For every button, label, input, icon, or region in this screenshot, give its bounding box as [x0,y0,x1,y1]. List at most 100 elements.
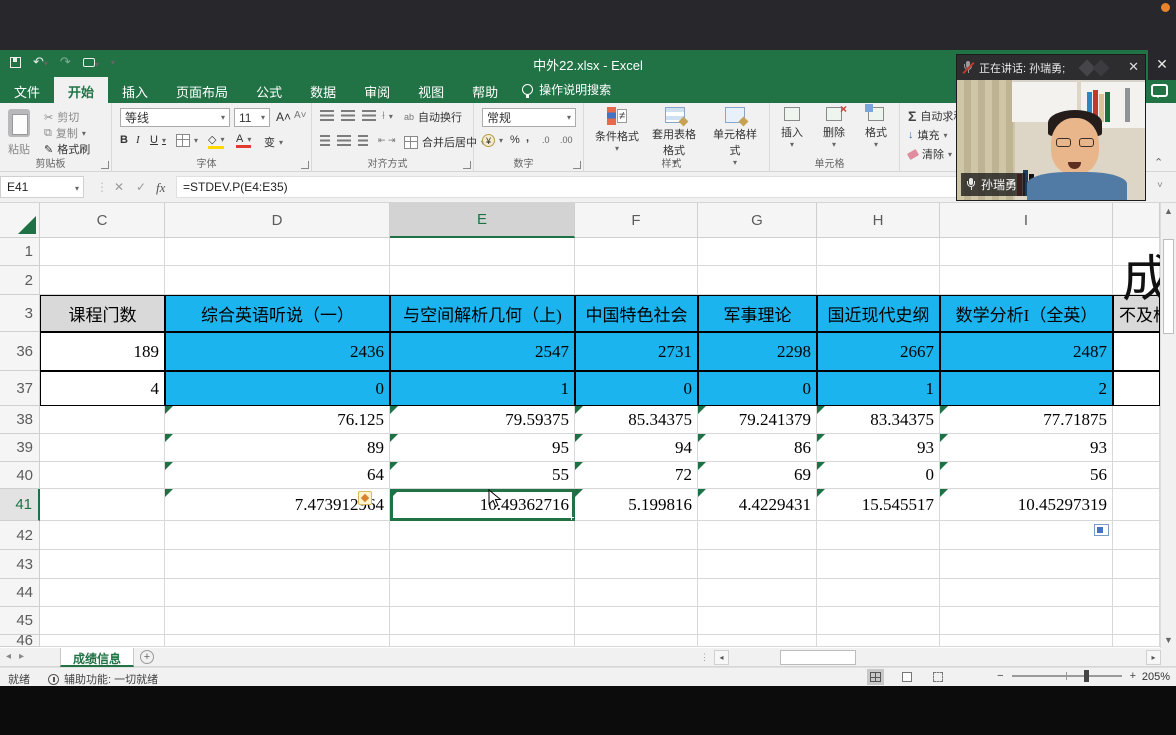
row-header-1[interactable]: 1 [0,238,40,266]
cell-E43[interactable] [390,550,575,579]
cell-C46[interactable] [40,635,165,647]
hscroll-splitter[interactable]: ⋮ [700,652,709,663]
chat-bubble-icon[interactable] [1151,84,1168,97]
cell-H42[interactable] [817,521,940,550]
touch-mode-icon[interactable]: ▾ [83,55,99,70]
cell-G38[interactable]: 79.241379 [698,406,817,434]
cell-H38[interactable]: 83.34375 [817,406,940,434]
cell-I3[interactable]: 数学分析I（全英） [940,295,1113,332]
scroll-right-icon[interactable]: ▸ [1146,650,1161,665]
sheet-tab-active[interactable]: 成绩信息 [60,648,134,667]
row-header-41[interactable]: 41 [0,489,40,521]
cell-C45[interactable] [40,607,165,635]
percent-button[interactable]: % [510,134,520,146]
cell-F43[interactable] [575,550,698,579]
merge-center-button[interactable]: 合并后居中 ▾ [404,134,485,150]
horizontal-align-buttons[interactable] [320,135,368,146]
tell-me-search[interactable]: 操作说明搜索 [512,76,621,103]
ribbon-tab-文件[interactable]: 文件 [0,77,54,103]
cell-G40[interactable]: 69 [698,462,817,489]
cell-I46[interactable] [940,635,1113,647]
font-name-select[interactable]: 等线▾ [120,108,230,127]
cell-I42[interactable] [940,521,1113,550]
cell-J37[interactable] [1113,371,1160,406]
cell-J40[interactable] [1113,462,1160,489]
cell-J41[interactable] [1113,489,1160,521]
column-header-G[interactable]: G [698,203,817,238]
cell-I1[interactable] [940,238,1113,266]
customize-qat-icon[interactable]: ▾ [111,58,115,67]
ribbon-tab-审阅[interactable]: 审阅 [350,77,404,103]
font-dialog-launcher-icon[interactable] [301,161,309,169]
cell-E3[interactable]: 与空间解析几何（上) [390,295,575,332]
cell-J45[interactable] [1113,607,1160,635]
insert-cells-button[interactable]: 插入▾ [772,107,812,149]
cell-D39[interactable]: 89 [165,434,390,462]
cell-E40[interactable]: 55 [390,462,575,489]
cell-H36[interactable]: 2667 [817,332,940,371]
cell-I2[interactable] [940,266,1113,295]
row-header-37[interactable]: 37 [0,371,40,406]
cell-D3[interactable]: 综合英语听说（一） [165,295,390,332]
shrink-font-icon[interactable]: A˅ [294,110,307,121]
cell-C41[interactable] [40,489,165,521]
number-format-select[interactable]: 常规▾ [482,108,576,127]
cell-D1[interactable] [165,238,390,266]
clipboard-dialog-launcher-icon[interactable] [101,161,109,169]
cell-H3[interactable]: 国近现代史纲 [817,295,940,332]
vertical-align-buttons[interactable] [320,110,376,121]
ribbon-tab-开始[interactable]: 开始 [54,77,108,103]
cell-E38[interactable]: 79.59375 [390,406,575,434]
cell-G39[interactable]: 86 [698,434,817,462]
cell-H45[interactable] [817,607,940,635]
row-header-40[interactable]: 40 [0,462,40,489]
row-header-2[interactable]: 2 [0,266,40,295]
cell-G37[interactable]: 0 [698,371,817,406]
cell-E42[interactable] [390,521,575,550]
delete-cells-button[interactable]: 删除▾ [814,107,854,149]
row-header-39[interactable]: 39 [0,434,40,462]
error-smart-tag-icon[interactable] [358,491,372,505]
vertical-scrollbar[interactable]: ▲ ▼ [1160,203,1176,648]
cell-G3[interactable]: 军事理论 [698,295,817,332]
number-dialog-launcher-icon[interactable] [573,161,581,169]
cell-I43[interactable] [940,550,1113,579]
orientation-button[interactable]: ⟊▾ [382,110,393,123]
cell-J39[interactable] [1113,434,1160,462]
page-layout-view-icon[interactable] [898,669,915,685]
cell-C38[interactable] [40,406,165,434]
ribbon-tab-插入[interactable]: 插入 [108,77,162,103]
cell-I39[interactable]: 93 [940,434,1113,462]
webcam-close-icon[interactable]: ✕ [1128,59,1139,75]
row-header-43[interactable]: 43 [0,550,40,579]
italic-button[interactable]: I [136,134,140,146]
bold-button[interactable]: B [120,134,128,146]
column-header-J[interactable] [1113,203,1160,238]
name-box[interactable]: E41▾ [0,176,84,198]
font-size-select[interactable]: 11▾ [234,108,270,127]
ribbon-tab-数据[interactable]: 数据 [296,77,350,103]
cell-H2[interactable] [817,266,940,295]
cell-H1[interactable] [817,238,940,266]
column-header-F[interactable]: F [575,203,698,238]
cell-D44[interactable] [165,579,390,607]
cell-I44[interactable] [940,579,1113,607]
cut-button[interactable]: ✂ 剪切 [44,109,79,125]
cell-I36[interactable]: 2487 [940,332,1113,371]
cell-E2[interactable] [390,266,575,295]
increase-decimal-button[interactable]: .0 [542,135,550,145]
cell-F38[interactable]: 85.34375 [575,406,698,434]
cell-F2[interactable] [575,266,698,295]
cell-H41[interactable]: 15.545517 [817,489,940,521]
zoom-out-icon[interactable]: − [997,670,1003,682]
cell-G2[interactable] [698,266,817,295]
cell-E36[interactable]: 2547 [390,332,575,371]
cell-E1[interactable] [390,238,575,266]
cell-J36[interactable] [1113,332,1160,371]
horizontal-scroll-thumb[interactable] [780,650,856,665]
column-header-H[interactable]: H [817,203,940,238]
cell-F36[interactable]: 2731 [575,332,698,371]
wrap-text-button[interactable]: ab 自动换行 [404,109,462,125]
cell-C3[interactable]: 课程门数 [40,295,165,332]
zoom-percentage[interactable]: 205% [1142,671,1170,683]
